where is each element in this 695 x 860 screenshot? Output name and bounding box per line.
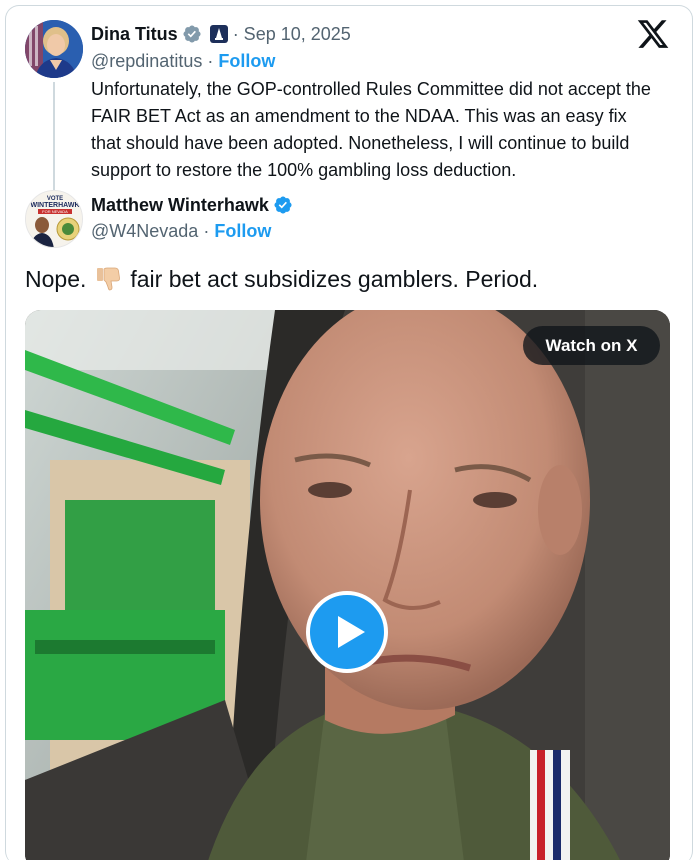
quoted-author-row: Dina Titus · Sep 10, 2025 bbox=[91, 22, 351, 46]
avatar-sign-line-2: WINTERHAWK bbox=[31, 202, 80, 209]
video-thumbnail bbox=[25, 310, 670, 860]
play-icon[interactable] bbox=[305, 590, 389, 674]
government-badge-icon bbox=[209, 25, 228, 43]
thread-connector-line bbox=[53, 82, 55, 192]
verified-badge-icon bbox=[274, 196, 292, 214]
watch-on-x-button[interactable]: Watch on X bbox=[523, 326, 660, 365]
follow-button[interactable]: Follow bbox=[218, 51, 275, 71]
thumbs-down-icon bbox=[97, 267, 121, 291]
main-handle-row: @W4Nevada · Follow bbox=[91, 221, 271, 242]
main-tweet-text: Nope. fair bet act subsidizes gamblers. … bbox=[25, 265, 538, 293]
author-display-name[interactable]: Dina Titus bbox=[91, 24, 178, 45]
main-author-row: Matthew Winterhawk bbox=[91, 193, 293, 217]
verified-badge-icon bbox=[183, 25, 201, 43]
author-display-name[interactable]: Matthew Winterhawk bbox=[91, 195, 269, 216]
avatar-matthew-winterhawk[interactable]: VOTE WINTERHAWK FOR NEVADA bbox=[25, 190, 83, 248]
avatar-portrait bbox=[25, 20, 83, 78]
follow-button[interactable]: Follow bbox=[214, 221, 271, 241]
embedded-tweet-card: Dina Titus · Sep 10, 2025 @repdinatitus … bbox=[0, 0, 695, 860]
quoted-handle-row: @repdinatitus · Follow bbox=[91, 51, 275, 72]
tweet-date[interactable]: · Sep 10, 2025 bbox=[233, 24, 351, 45]
avatar-campaign-image: VOTE WINTERHAWK FOR NEVADA bbox=[26, 191, 82, 247]
handle-separator: · bbox=[198, 221, 215, 241]
tweet-text-part-2: fair bet act subsidizes gamblers. Period… bbox=[130, 265, 539, 292]
x-logo-icon[interactable] bbox=[636, 17, 670, 51]
author-handle[interactable]: @repdinatitus bbox=[91, 51, 202, 71]
handle-separator: · bbox=[202, 51, 219, 71]
tweet-text-part-1: Nope. bbox=[25, 265, 87, 292]
quoted-tweet-text: Unfortunately, the GOP-controlled Rules … bbox=[91, 79, 651, 180]
avatar-sign-line-3: FOR NEVADA bbox=[42, 209, 68, 214]
author-handle[interactable]: @W4Nevada bbox=[91, 221, 198, 241]
video-player[interactable]: Watch on X bbox=[25, 310, 670, 860]
avatar-dina-titus[interactable] bbox=[25, 20, 83, 78]
